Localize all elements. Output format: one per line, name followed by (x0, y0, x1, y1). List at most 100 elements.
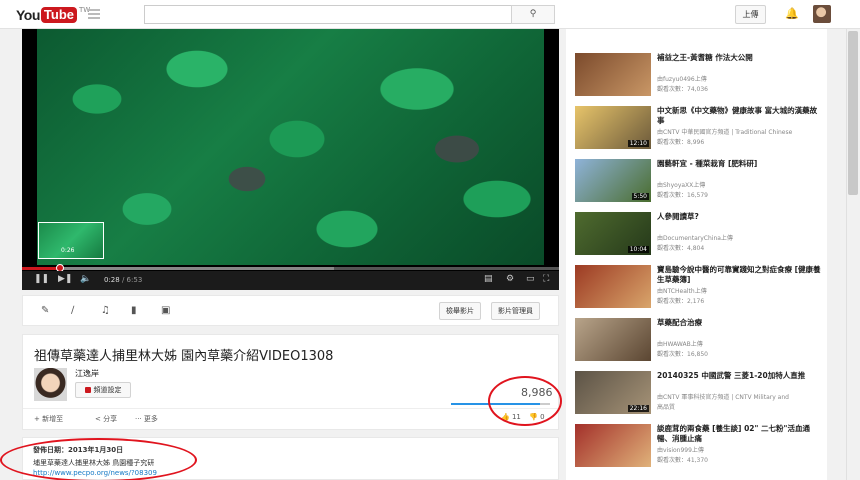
related-title[interactable]: 補益之王-黃耆糖 作法大公開 (657, 53, 822, 63)
search-icon: ⚲ (529, 9, 537, 19)
annotation-circle-stats (488, 376, 562, 426)
add-to-tab[interactable]: + 新增至 (34, 414, 63, 424)
related-views: 觀看次數：8,996 (657, 139, 705, 146)
related-title[interactable]: 20140325 中國武警 三菱1-20加特人直推 (657, 371, 822, 381)
related-thumbnail[interactable]: 10:04 (575, 212, 651, 255)
related-uploader: 由NTCHealth上傳 (657, 288, 707, 295)
related-uploader: 由DocumentaryChina上傳 (657, 235, 733, 242)
upload-button[interactable]: 上傳 (735, 5, 766, 24)
divider (23, 408, 560, 409)
more-label: 更多 (143, 415, 158, 423)
video-frame[interactable] (37, 29, 544, 265)
annotation-circle-date (0, 438, 197, 480)
related-uploader: 由CNTV 軍事科技官方頻道 | CNTV Military and (657, 394, 789, 401)
related-thumbnail[interactable] (575, 265, 651, 308)
related-thumbnail[interactable]: 22:16 (575, 371, 651, 414)
related-title[interactable]: 中文新思《中文藥物》健康故事 富大城的漢藥故事 (657, 106, 822, 126)
account-avatar[interactable] (813, 5, 831, 23)
report-button[interactable]: 檢舉影片 (439, 302, 481, 320)
annotations-icon[interactable]: ▮ (131, 305, 137, 316)
captions-cc-icon[interactable]: ▣ (161, 305, 170, 316)
scrollbar-thumb[interactable] (848, 31, 858, 195)
related-video-item[interactable]: 5:50 園藝軒宜 - 種菜栽育 [肥料研] 由ShyoyaXX上傳 觀看次數：16,… (575, 159, 820, 203)
duration: / 6:53 (121, 276, 143, 284)
add-to-label: 新增至 (42, 415, 64, 423)
related-thumbnail[interactable]: 5:50 (575, 159, 651, 202)
related-views: 觀看次數：16,579 (657, 192, 708, 199)
related-video-item[interactable]: 草藥配合治療 由HWAWAB上傳 觀看次數：16,850 (575, 318, 820, 362)
progress-bar[interactable] (22, 264, 559, 272)
related-videos-sidebar: 補益之王-黃耆糖 作法大公開 由fuzyu0496上傳 觀看次數：74,036 12:… (566, 29, 827, 480)
related-video-item[interactable]: 寶島驗今說中醫的可靠實踐知之對症食療 [健康養生草藥簿] 由NTCHealth上傳… (575, 265, 822, 309)
video-player[interactable]: 0:26 ❚❚ ▶❚ 🔈 0:28 / 6:53 ▤ ⚙ ▭ ⛶ (22, 29, 559, 290)
related-duration: 10:04 (627, 246, 649, 253)
related-views: 觀看次數：2,176 (657, 298, 705, 305)
share-tab[interactable]: < 分享 (95, 414, 117, 424)
youtube-logo[interactable]: You Tube TW (16, 6, 90, 24)
related-uploader: 由CNTV 中華民國官方頻道 | Traditional Chinese (657, 129, 793, 136)
related-duration: 5:50 (631, 193, 649, 200)
captions-icon[interactable]: ▤ (484, 274, 493, 284)
plus-icon: + (34, 415, 43, 423)
theater-mode-icon[interactable]: ▭ (526, 274, 535, 284)
action-bar: ✎ ∕ ♫ ▮ ▣ 檢舉影片 影片管理員 (22, 295, 559, 326)
video-manager-button[interactable]: 影片管理員 (491, 302, 540, 320)
related-title[interactable]: 草藥配合治療 (657, 318, 822, 328)
related-video-item[interactable]: 10:04 人參閱讀草? 由DocumentaryChina上傳 觀看次數：4,804 (575, 212, 820, 256)
channel-settings-button[interactable]: 頻道設定 (75, 382, 131, 398)
player-controls: ❚❚ ▶❚ 🔈 0:28 / 6:53 ▤ ⚙ ▭ ⛶ (22, 271, 559, 290)
scrub-preview-thumbnail: 0:26 (38, 222, 104, 259)
logo-you: You (16, 7, 40, 23)
progress-loaded (22, 267, 334, 270)
search-button[interactable]: ⚲ (511, 5, 555, 24)
current-time: 0:28 (104, 276, 120, 284)
share-label: 分享 (103, 415, 118, 423)
guide-menu-icon[interactable] (88, 9, 100, 19)
channel-name[interactable]: 江逸岸 (75, 368, 99, 379)
related-uploader: 由HWAWAB上傳 (657, 341, 703, 348)
related-uploader: 由ShyoyaXX上傳 (657, 182, 706, 189)
progress-played (22, 267, 60, 270)
search-input[interactable] (144, 5, 512, 24)
share-icon: < (95, 415, 104, 423)
settings-gear-icon[interactable]: ⚙ (506, 274, 514, 284)
related-thumbnail[interactable] (575, 53, 651, 96)
enhance-wand-icon[interactable]: ∕ (71, 305, 74, 316)
related-views: 觀看次數：41,370 (657, 457, 708, 464)
related-video-item[interactable]: 補益之王-黃耆糖 作法大公開 由fuzyu0496上傳 觀看次數：74,036 (575, 53, 820, 97)
top-bar: You Tube TW ⚲ 上傳 🔔 (0, 0, 860, 29)
related-views: 觀看次數：74,036 (657, 86, 708, 93)
related-thumbnail[interactable]: 12:10 (575, 106, 651, 149)
related-views: 高品質 (657, 404, 676, 411)
next-icon[interactable]: ▶❚ (58, 274, 72, 284)
related-title[interactable]: 談鹿茸的兩食藥 [養生談] 02" 二七粉"活血通暢、消腫止痛 (657, 424, 822, 444)
notification-bell-icon[interactable]: 🔔 (785, 7, 799, 20)
more-tab[interactable]: ··· 更多 (135, 414, 158, 424)
related-video-item[interactable]: 12:10 中文新思《中文藥物》健康故事 富大城的漢藥故事由CNTV 中華民國官方… (575, 106, 820, 150)
logo-tube: Tube (40, 7, 77, 23)
related-title[interactable]: 園藝軒宜 - 種菜栽育 [肥料研] (657, 159, 822, 169)
related-thumbnail[interactable] (575, 318, 651, 361)
related-video-item[interactable]: 22:16 20140325 中國武警 三菱1-20加特人直推 由CNTV 軍事科技… (575, 371, 820, 415)
more-dots-icon: ··· (135, 415, 144, 423)
fullscreen-icon[interactable]: ⛶ (543, 274, 549, 284)
related-title[interactable]: 寶島驗今說中醫的可靠實踐知之對症食療 [健康養生草藥簿] (657, 265, 822, 285)
related-thumbnail[interactable] (575, 424, 651, 467)
search-box: ⚲ (144, 5, 555, 24)
audio-note-icon[interactable]: ♫ (101, 305, 110, 316)
pause-icon[interactable]: ❚❚ (34, 274, 49, 284)
related-uploader: 由fuzyu0496上傳 (657, 76, 707, 83)
related-uploader: 由vision999上傳 (657, 447, 704, 454)
preview-time: 0:26 (61, 247, 75, 254)
related-title[interactable]: 人參閱讀草? (657, 212, 822, 222)
video-info-panel: 祖傳草藥達人捕里林大姊 園內草藥介紹VIDEO1308 江逸岸 頻道設定 8,9… (22, 334, 560, 430)
related-views: 觀看次數：16,850 (657, 351, 708, 358)
related-video-item[interactable]: 談鹿茸的兩食藥 [養生談] 02" 二七粉"活血通暢、消腫止痛由vision99… (575, 424, 820, 468)
related-duration: 12:10 (627, 140, 649, 147)
edit-pencil-icon[interactable]: ✎ (41, 305, 49, 316)
video-title: 祖傳草藥達人捕里林大姊 園內草藥介紹VIDEO1308 (34, 349, 334, 364)
related-views: 觀看次數：4,804 (657, 245, 705, 252)
volume-icon[interactable]: 🔈 (80, 274, 91, 284)
channel-avatar[interactable] (34, 368, 67, 401)
time-display: 0:28 / 6:53 (104, 276, 142, 284)
